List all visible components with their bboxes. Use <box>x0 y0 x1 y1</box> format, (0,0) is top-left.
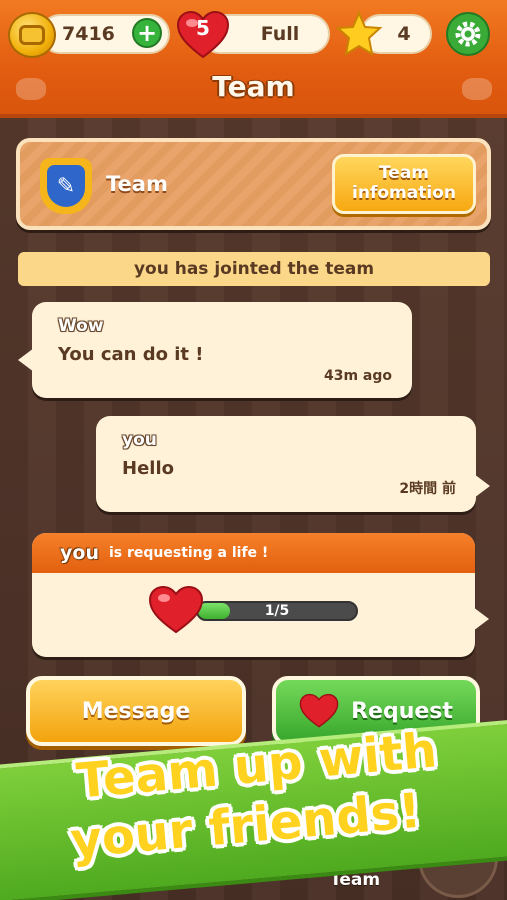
life-request-header: you is requesting a life ! <box>32 533 475 573</box>
page-title: Team <box>212 70 295 103</box>
request-button-label: Request <box>351 698 453 724</box>
add-coins-button[interactable]: + <box>132 18 162 48</box>
heart-icon <box>148 585 204 634</box>
message-button-label: Message <box>81 698 191 724</box>
message-time: 43m ago <box>323 368 392 384</box>
requesting-user: you <box>60 542 99 564</box>
life-progress-label: 1/5 <box>264 603 290 619</box>
gear-icon <box>455 21 481 47</box>
pencil-icon: ✎ <box>47 165 85 207</box>
message-text: You can do it ! <box>58 344 204 365</box>
message-sender: Wow <box>58 316 104 336</box>
star-count: 4 <box>397 23 411 45</box>
lives-count: 5 <box>196 16 210 40</box>
coin-amount: 7416 <box>62 23 115 45</box>
team-badge: ✎ <box>40 158 92 214</box>
lives-status: Full <box>260 23 300 45</box>
coin-icon <box>8 12 56 58</box>
team-information-button[interactable]: Team infomation <box>332 154 476 214</box>
join-notice: you has jointed the team <box>18 252 490 286</box>
chat-message: Wow You can do it ! 43m ago <box>18 302 412 398</box>
top-bar: 7416 + Full 5 4 Team <box>0 0 507 118</box>
message-time: 2時間 前 <box>399 481 456 497</box>
request-text: is requesting a life ! <box>108 545 269 561</box>
star-icon <box>335 10 383 57</box>
game-screen: 7416 + Full 5 4 Team ✎ Team Team infomat… <box>0 0 507 900</box>
chat-message: you Hello 2時間 前 <box>96 416 490 512</box>
message-text: Hello <box>122 458 174 479</box>
team-name: Team <box>106 172 168 196</box>
settings-button[interactable] <box>446 12 490 56</box>
message-sender: you <box>122 430 157 450</box>
life-progress-bar: 1/5 <box>196 601 358 621</box>
team-card: ✎ Team Team infomation <box>16 138 491 230</box>
life-request-card: you is requesting a life ! 1/5 <box>32 533 489 657</box>
message-button[interactable]: Message <box>26 676 246 746</box>
heart-icon <box>299 693 339 728</box>
